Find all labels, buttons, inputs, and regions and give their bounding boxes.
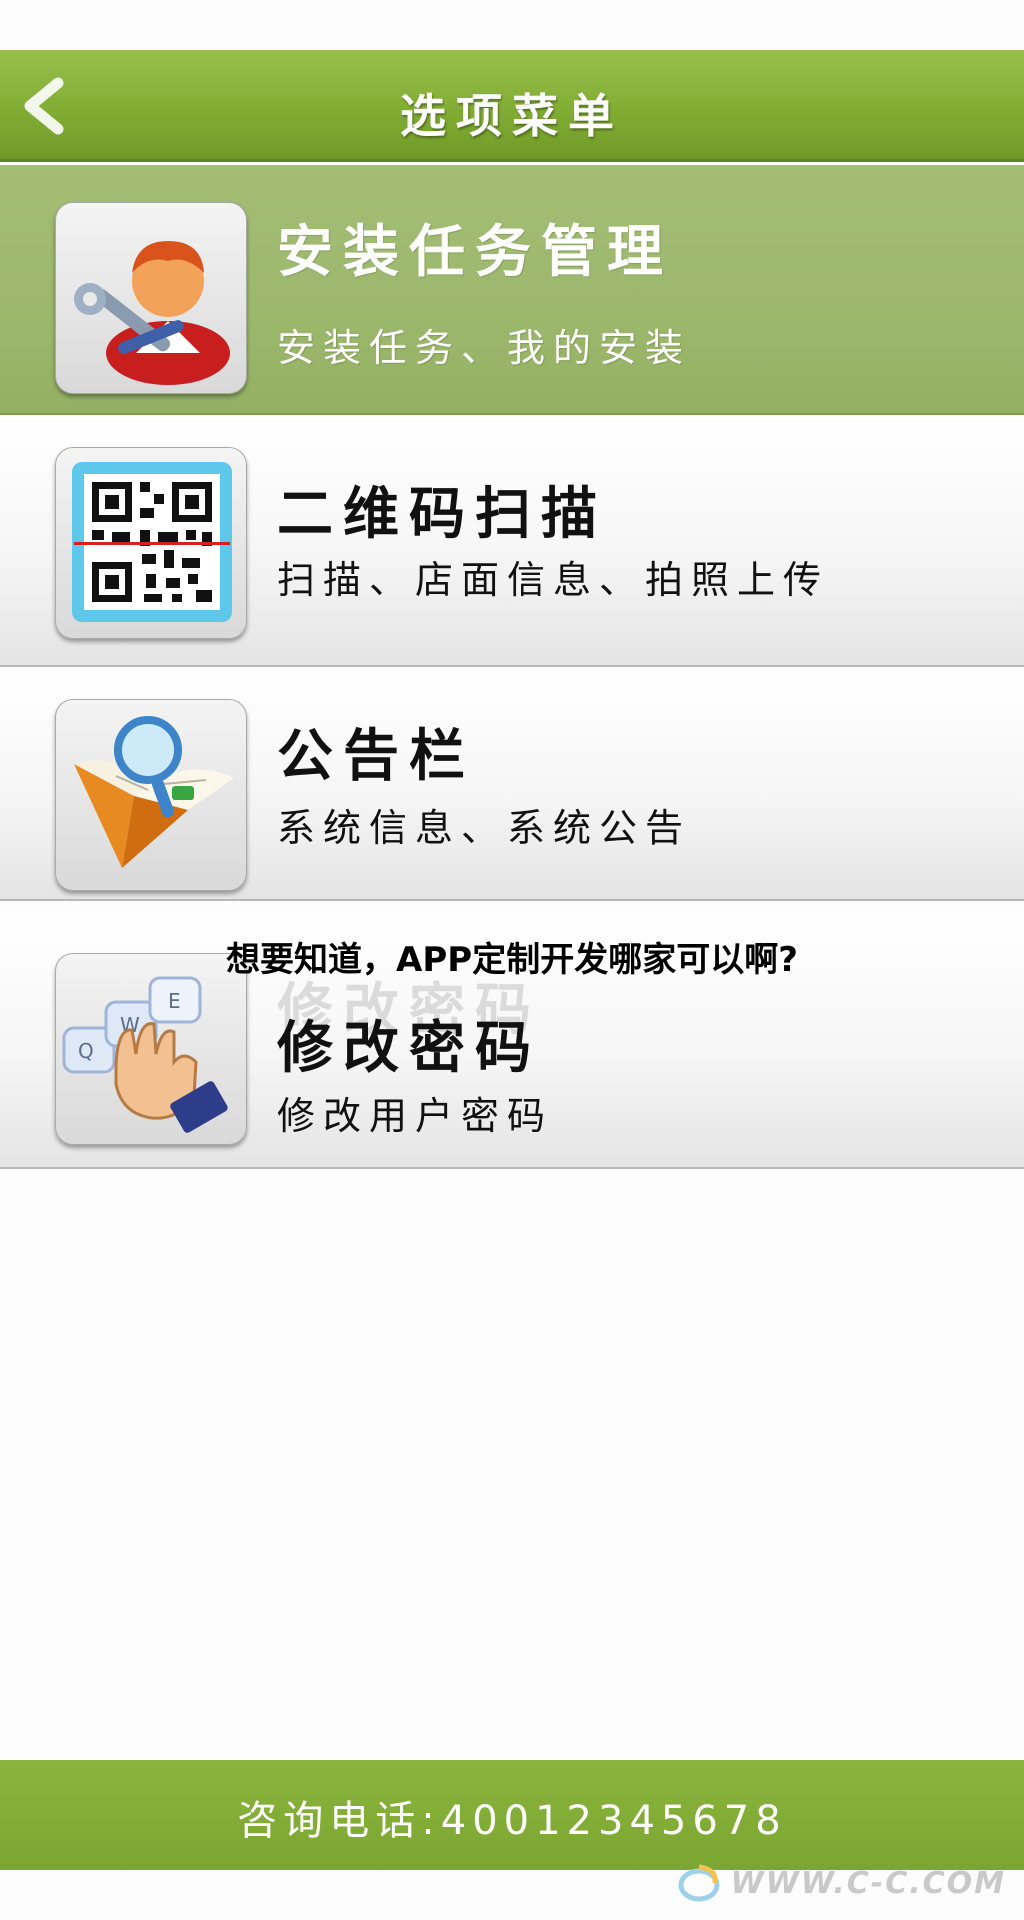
book-magnifier-icon — [55, 699, 247, 891]
page-title: 选项菜单 — [400, 89, 624, 143]
menu-item-title: 修改密码 — [277, 1016, 541, 1081]
qr-code-icon — [55, 447, 247, 639]
menu-item-bulletin[interactable]: 公告栏 系统信息、系统公告 — [0, 669, 1024, 901]
menu-item-install-tasks[interactable]: 安装任务管理 安装任务、我的安装 — [0, 165, 1024, 415]
menu-item-subtitle: 扫描、店面信息、拍照上传 — [277, 558, 830, 602]
watermark: WWW.C-C.COM — [677, 1858, 1006, 1908]
menu-item-title: 二维码扫描 — [277, 482, 607, 547]
menu-item-qr-scan[interactable]: 二维码扫描 扫描、店面信息、拍照上传 — [0, 417, 1024, 667]
title-bar: 选项菜单 — [0, 50, 1024, 162]
menu-item-subtitle: 修改用户密码 — [277, 1094, 554, 1138]
overlay-caption: 想要知道，APP定制开发哪家可以啊? — [226, 940, 798, 980]
installer-worker-icon — [55, 202, 247, 394]
svg-text:E: E — [168, 989, 181, 1013]
svg-text:Q: Q — [78, 1039, 94, 1063]
contact-footer: 咨询电话:40012345678 — [0, 1760, 1024, 1870]
menu-item-title: 安装任务管理 — [277, 220, 673, 285]
watermark-text: WWW.C-C.COM — [730, 1865, 1006, 1901]
menu-item-subtitle: 安装任务、我的安装 — [277, 326, 692, 370]
menu-item-subtitle: 系统信息、系统公告 — [277, 806, 692, 850]
menu-item-title: 公告栏 — [277, 724, 475, 789]
watermark-logo-icon — [678, 1864, 720, 1902]
app-screen: 选项菜单 安装任务管理 安装任务、我的安装 二维码扫描 扫描、店面信息、拍照上传… — [0, 0, 1024, 1920]
keyboard-hand-icon: Q W E — [55, 953, 247, 1145]
contact-phone[interactable]: 咨询电话:40012345678 — [0, 1788, 1024, 1846]
